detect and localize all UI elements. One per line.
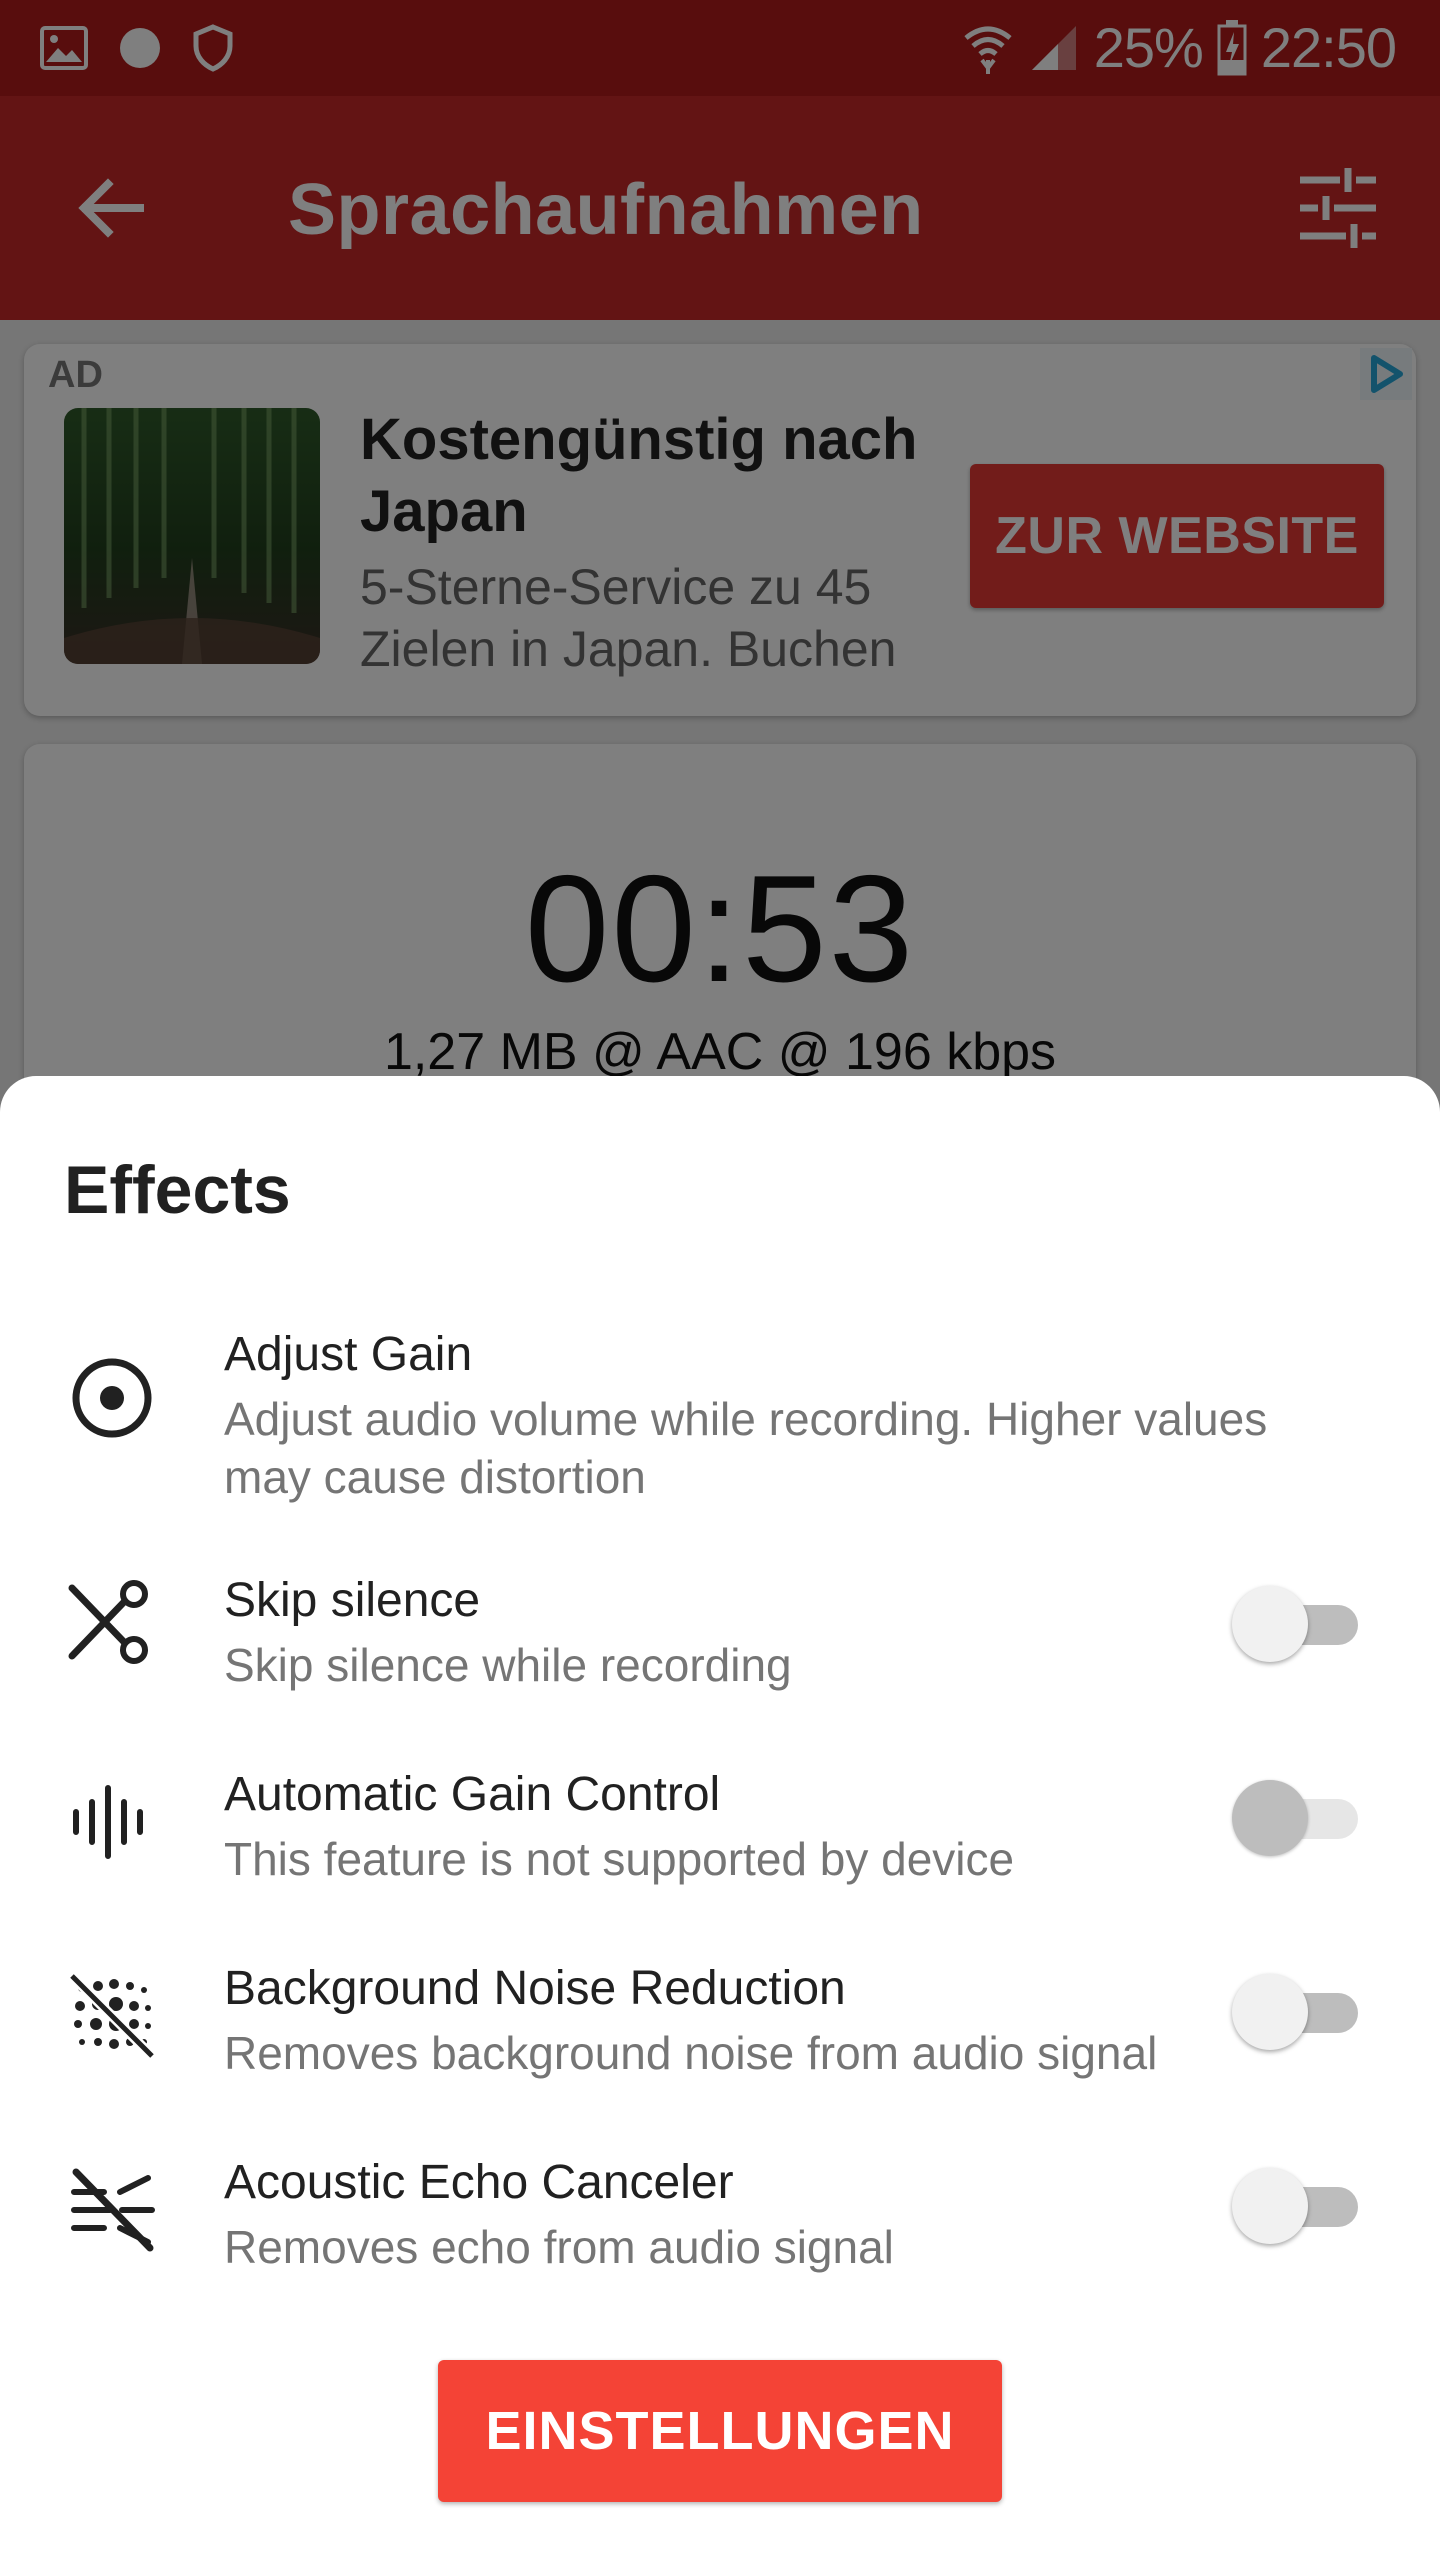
effect-title: Adjust Gain xyxy=(224,1328,473,1381)
switch-thumb xyxy=(1232,2168,1308,2244)
effect-title: Background Noise Reduction xyxy=(224,1962,846,2015)
blur-off-icon xyxy=(68,1972,156,2060)
effect-row-adjust-gain[interactable]: Adjust Gain Adjust audio volume while re… xyxy=(0,1306,1440,1506)
sheet-title: Effects xyxy=(64,1152,291,1228)
switch-thumb xyxy=(1232,1586,1308,1662)
effect-subtitle: Removes background noise from audio sign… xyxy=(224,2027,1158,2079)
effect-row-acoustic-echo-canceler[interactable]: Acoustic Echo Canceler Removes echo from… xyxy=(0,2148,1440,2298)
echo-off-icon xyxy=(71,2168,155,2252)
effect-row-skip-silence[interactable]: Skip silence Skip silence while recordin… xyxy=(0,1566,1440,1716)
effect-row-automatic-gain-control[interactable]: Automatic Gain Control This feature is n… xyxy=(0,1760,1440,1910)
effect-title: Acoustic Echo Canceler xyxy=(224,2156,734,2209)
effect-subtitle: Removes echo from audio signal xyxy=(224,2221,894,2273)
background-noise-reduction-switch[interactable] xyxy=(1232,1972,1366,2052)
skip-silence-switch[interactable] xyxy=(1232,1584,1366,1664)
effect-title: Automatic Gain Control xyxy=(224,1768,721,1821)
graphic-eq-icon xyxy=(73,1785,143,1859)
scissors-icon xyxy=(68,1580,148,1664)
effect-row-background-noise-reduction[interactable]: Background Noise Reduction Removes backg… xyxy=(0,1954,1440,2104)
effect-subtitle: This feature is not supported by device xyxy=(224,1833,1015,1885)
switch-thumb xyxy=(1232,1780,1308,1856)
settings-button[interactable]: EINSTELLUNGEN xyxy=(438,2360,1002,2502)
effect-title: Skip silence xyxy=(224,1574,481,1627)
acoustic-echo-canceler-switch[interactable] xyxy=(1232,2166,1366,2246)
switch-thumb xyxy=(1232,1974,1308,2050)
automatic-gain-control-switch[interactable] xyxy=(1232,1778,1366,1858)
effects-bottom-sheet: Effects Adjust Gain Adjust audio volume … xyxy=(0,1076,1440,2560)
effect-subtitle: Adjust audio volume while recording. Hig… xyxy=(224,1393,1268,1503)
effect-subtitle: Skip silence while recording xyxy=(224,1639,792,1691)
radio-button-icon xyxy=(72,1358,152,1438)
